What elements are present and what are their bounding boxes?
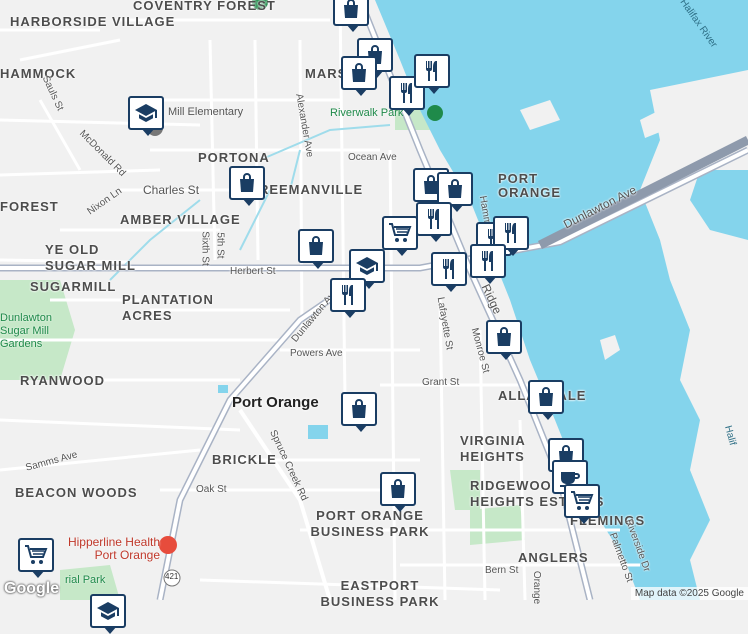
map-marker[interactable] [341, 392, 377, 432]
map-marker[interactable] [416, 202, 452, 242]
map-marker[interactable] [437, 172, 473, 212]
map-marker[interactable] [564, 484, 600, 524]
hospital-pin-icon[interactable] [159, 536, 177, 554]
map-marker[interactable] [341, 56, 377, 96]
map-marker[interactable] [528, 380, 564, 420]
map-marker[interactable] [333, 0, 369, 32]
map-marker[interactable] [470, 244, 506, 284]
map-marker[interactable] [128, 96, 164, 136]
map-marker[interactable] [90, 594, 126, 634]
map-marker[interactable] [414, 54, 450, 94]
map-marker[interactable] [380, 472, 416, 512]
green-area [450, 470, 480, 510]
map-marker[interactable] [229, 166, 265, 206]
map-canvas[interactable] [0, 0, 748, 600]
green-area-2 [470, 505, 525, 545]
map-marker[interactable] [486, 320, 522, 360]
map-marker[interactable] [382, 216, 418, 256]
route-shield-icon [163, 569, 181, 587]
map-marker[interactable] [431, 252, 467, 292]
map-marker[interactable] [18, 538, 54, 578]
map-marker[interactable] [298, 229, 334, 269]
sugar-mill-gardens-park [0, 280, 75, 380]
map-attribution[interactable]: Map data ©2025 Google [630, 587, 748, 600]
park-pin-icon[interactable] [427, 105, 443, 121]
map-marker[interactable] [330, 278, 366, 318]
google-logo: Google [4, 580, 60, 597]
